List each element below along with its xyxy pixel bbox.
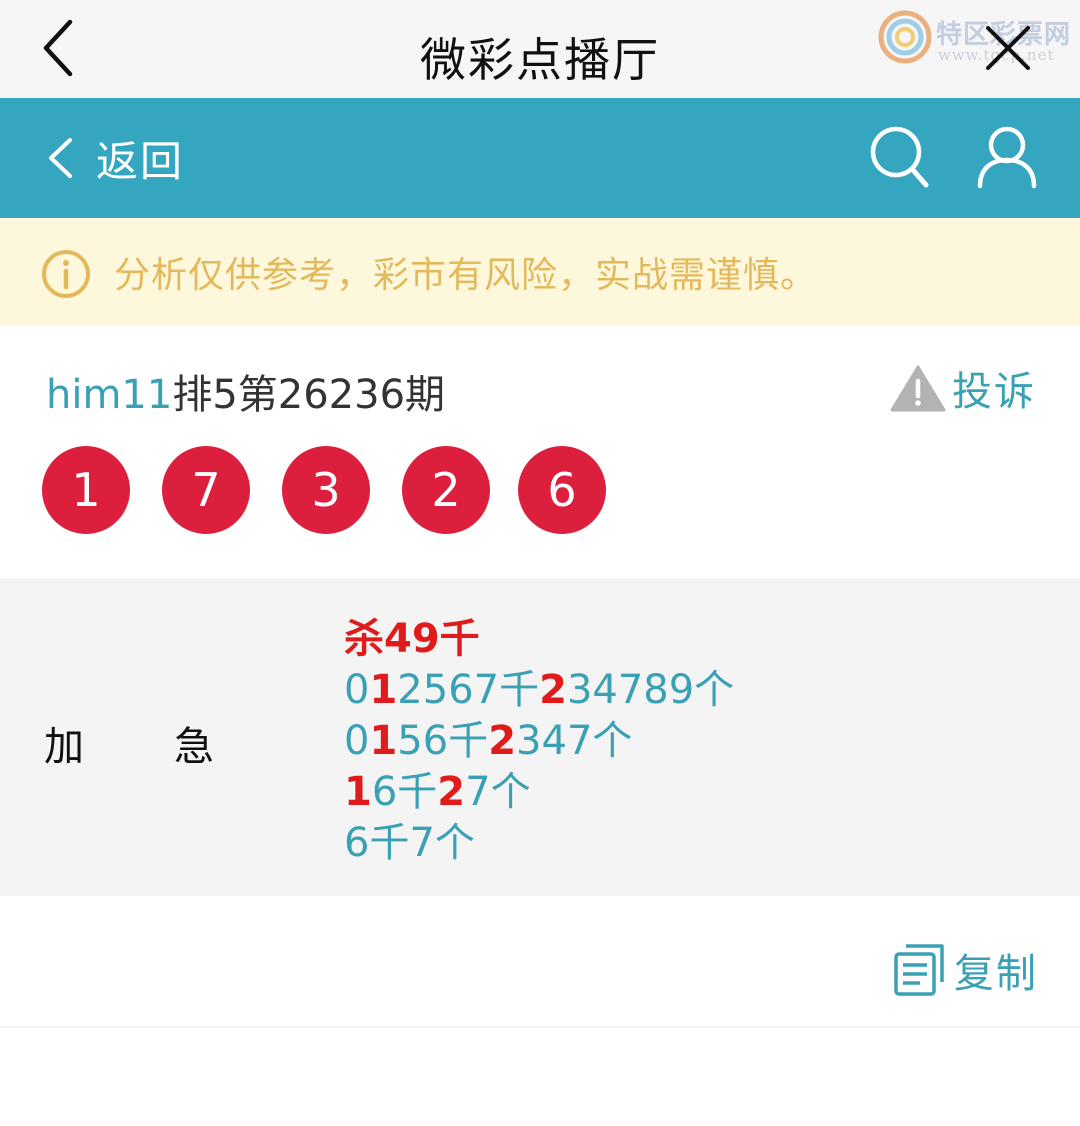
prediction-line: 012567千234789个	[344, 665, 734, 716]
result-ball: 6	[518, 446, 606, 534]
copy-icon	[894, 944, 944, 996]
watermark-logo-icon	[878, 10, 932, 64]
prediction-text: 347个	[516, 718, 633, 764]
prediction-text: 2567千	[397, 667, 540, 713]
issue-period: 排5第26236期	[172, 372, 446, 418]
result-ball: 3	[282, 446, 370, 534]
highlight-digit: 2	[437, 769, 466, 815]
issue-username[interactable]: him11	[46, 372, 172, 418]
issue-title: him11排5第26236期	[46, 362, 445, 420]
highlight-digit: 1	[344, 769, 372, 815]
prediction-text: 6千7个	[344, 820, 475, 866]
copy-label: 复制	[954, 951, 1038, 997]
complain-button[interactable]: 投诉	[890, 362, 1036, 415]
close-icon[interactable]	[984, 24, 1032, 72]
copy-button[interactable]: 复制	[892, 940, 1038, 1000]
prediction-label-ji: 急	[174, 724, 214, 770]
nav-back-label: 返回	[96, 136, 185, 186]
result-ball: 1	[42, 446, 130, 534]
prediction-text: 0	[344, 718, 370, 764]
highlight-digit: 1	[369, 667, 398, 713]
divider	[0, 1026, 1080, 1028]
complain-label: 投诉	[952, 369, 1036, 415]
prediction-text: 56千	[397, 718, 489, 764]
prediction-line: 16千27个	[344, 767, 734, 818]
prediction-text: 6千	[371, 769, 438, 815]
highlight-digit: 杀49千	[344, 616, 480, 662]
highlight-digit: 1	[369, 718, 398, 764]
info-icon	[42, 250, 90, 298]
chevron-left-icon	[49, 138, 72, 178]
highlight-digit: 2	[539, 667, 567, 713]
highlight-digit: 2	[488, 718, 517, 764]
result-ball: 7	[162, 446, 250, 534]
warning-icon	[890, 365, 946, 412]
watermark: 特区彩票网 www.tqcp.net	[878, 10, 1074, 70]
prediction-text: 7个	[465, 769, 531, 815]
prediction-line: 杀49千	[344, 614, 734, 665]
prediction-lines: 杀49千 012567千234789个 0156千2347个 16千27个 6千7个	[344, 614, 734, 869]
prediction-text: 34789个	[566, 667, 735, 713]
result-ball: 2	[402, 446, 490, 534]
nav-back-button[interactable]: 返回	[46, 124, 184, 192]
prediction-line: 6千7个	[344, 818, 734, 869]
prediction-text: 0	[344, 667, 370, 713]
prediction-line: 0156千2347个	[344, 716, 734, 767]
user-icon[interactable]	[976, 124, 1038, 190]
search-icon[interactable]	[868, 124, 930, 190]
notice-text: 分析仅供参考，彩市有风险，实战需谨慎。	[114, 255, 818, 296]
prediction-label-jia: 加	[44, 724, 84, 770]
